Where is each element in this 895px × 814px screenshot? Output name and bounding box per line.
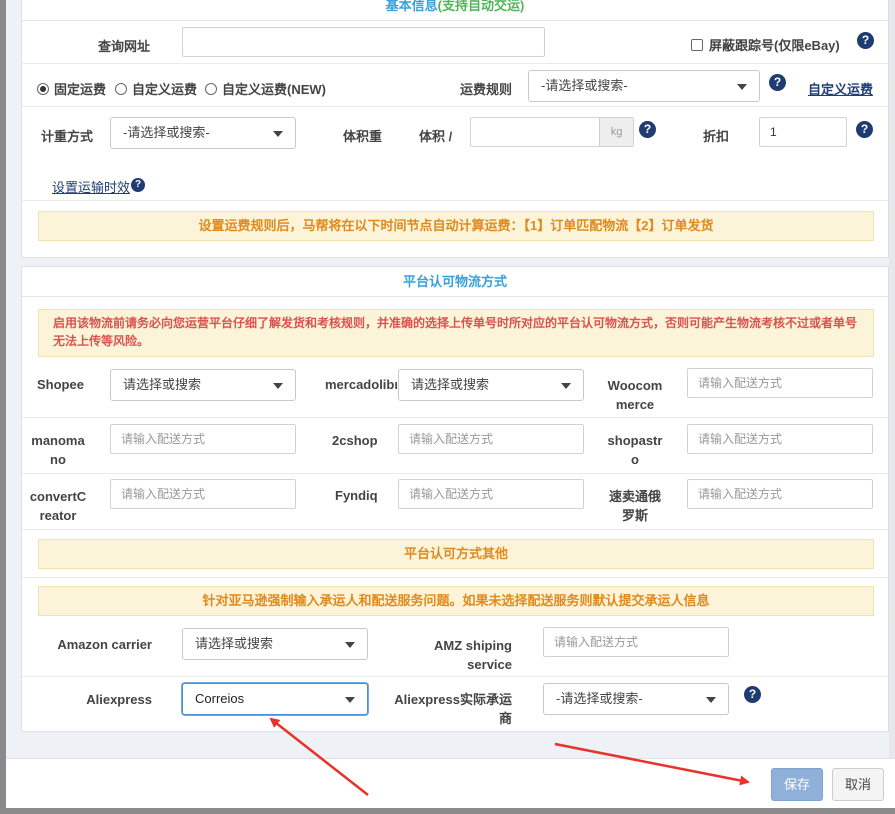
help-icon[interactable]: ? — [744, 686, 761, 703]
freight-rule-select[interactable]: -请选择或搜索- — [528, 70, 760, 102]
fyndiq-label: Fyndiq — [335, 488, 378, 503]
chevron-down-icon — [273, 383, 283, 389]
amazon-carrier-label: Amazon carrier — [57, 637, 152, 652]
save-button[interactable]: 保存 — [771, 768, 823, 801]
discount-input[interactable]: 1 — [759, 117, 847, 147]
radio-fixed-label: 固定运费 — [54, 82, 107, 97]
radio-unchecked-icon[interactable] — [115, 83, 127, 95]
weigh-method-value: -请选择或搜索- — [123, 125, 210, 140]
freight-rule-notice: 设置运费规则后，马帮将在以下时间节点自动计算运费：【1】订单匹配物流【2】订单发… — [38, 211, 874, 241]
transit-time-link[interactable]: 设置运输时效 — [52, 177, 130, 196]
weigh-method-select[interactable]: -请选择或搜索- — [110, 117, 296, 149]
query-url-row: 查询网址 屏蔽跟踪号(仅限eBay) ? — [22, 22, 888, 64]
amazon-row: Amazon carrier 请选择或搜索 AMZ shiping service… — [22, 623, 888, 677]
platform-other-notice: 平台认可方式其他 — [38, 539, 874, 569]
platform-row-2: manoma no 请输入配送方式 2cshop 请输入配送方式 shopastr… — [22, 419, 888, 474]
amz-shipping-service-input[interactable]: 请输入配送方式 — [543, 627, 729, 657]
volume-input[interactable]: kg — [470, 117, 634, 147]
volume-label: 体积 / — [419, 129, 453, 144]
hide-tracking-checkbox[interactable]: 屏蔽跟踪号(仅限eBay) — [691, 35, 840, 54]
woocommerce-input[interactable]: 请输入配送方式 — [687, 368, 873, 398]
shopastro-input[interactable]: 请输入配送方式 — [687, 424, 873, 454]
divider — [22, 577, 888, 578]
query-url-input[interactable] — [182, 27, 545, 57]
amazon-carrier-value: 请选择或搜索 — [195, 636, 274, 651]
basic-info-panel: 基本信息(支持自动交运) 查询网址 屏蔽跟踪号(仅限eBay) ? 固定运费 自… — [21, 0, 889, 258]
help-icon[interactable]: ? — [856, 121, 873, 138]
aliexpress-select[interactable]: Correios — [182, 683, 368, 715]
platform-warning: 启用该物流前请务必向您运营平台仔细了解发货和考核规则，并准确的选择上传单号时所对… — [38, 309, 874, 357]
fyndiq-input[interactable]: 请输入配送方式 — [398, 479, 584, 509]
volume-weight-label: 体积重 — [343, 129, 383, 144]
shopee-label: Shopee — [37, 377, 84, 392]
radio-fixed-freight[interactable]: 固定运费 — [37, 79, 106, 98]
platform-row-3: convertC reator 请输入配送方式 Fyndiq 请输入配送方式 速卖… — [22, 475, 888, 530]
chevron-down-icon — [273, 131, 283, 137]
freight-row: 固定运费 自定义运费 自定义运费(NEW) 运费规则 -请选择或搜索- ? 自定… — [22, 65, 888, 107]
help-icon[interactable]: ? — [639, 121, 656, 138]
mercadolibre-select[interactable]: 请选择或搜索 — [398, 369, 584, 401]
chevron-down-icon — [345, 642, 355, 648]
aliexpress-russia-input[interactable]: 请输入配送方式 — [687, 479, 873, 509]
logistics-settings-modal: 基本信息(支持自动交运) 查询网址 屏蔽跟踪号(仅限eBay) ? 固定运费 自… — [6, 0, 895, 808]
custom-freight-link[interactable]: 自定义运费 — [808, 79, 873, 98]
aliexpress-row: Aliexpress Correios Aliexpress实际承运商 -请选择… — [22, 678, 888, 732]
query-url-label: 查询网址 — [98, 39, 151, 54]
platform-logistics-panel: 平台认可物流方式 启用该物流前请务必向您运营平台仔细了解发货和考核规则，并准确的… — [21, 266, 889, 732]
chevron-down-icon — [737, 84, 747, 90]
basic-info-header: 基本信息(支持自动交运) — [22, 0, 888, 21]
basic-info-title: 基本信息 — [385, 0, 438, 13]
transit-row: 设置运输时效 ? — [22, 159, 888, 201]
amz-shipping-service-label: AMZ shiping service — [434, 638, 512, 672]
convertcreator-input[interactable]: 请输入配送方式 — [110, 479, 296, 509]
scrollbar[interactable] — [889, 0, 895, 758]
chevron-down-icon — [345, 697, 355, 703]
radio-custom-freight[interactable]: 自定义运费 — [115, 79, 197, 98]
freight-rule-label: 运费规则 — [460, 82, 513, 97]
platform-logistics-header: 平台认可物流方式 — [22, 267, 888, 297]
manomano-input[interactable]: 请输入配送方式 — [110, 424, 296, 454]
freight-rule-value: -请选择或搜索- — [541, 78, 628, 93]
amazon-carrier-select[interactable]: 请选择或搜索 — [182, 628, 368, 660]
aliexpress-russia-label: 速卖通俄 罗斯 — [608, 489, 661, 523]
cancel-button[interactable]: 取消 — [832, 768, 884, 801]
checkbox-icon[interactable] — [691, 39, 703, 51]
radio-unchecked-icon[interactable] — [205, 83, 217, 95]
chevron-down-icon — [561, 383, 571, 389]
mercadolibre-value: 请选择或搜索 — [411, 377, 490, 392]
modal-body[interactable]: 基本信息(支持自动交运) 查询网址 屏蔽跟踪号(仅限eBay) ? 固定运费 自… — [6, 0, 895, 758]
shopee-value: 请选择或搜索 — [123, 377, 202, 392]
aliexpress-carrier-select[interactable]: -请选择或搜索- — [543, 683, 729, 715]
platform-row-1: Shopee 请选择或搜索 mercadolibre 请选择或搜索 Woocom… — [22, 363, 888, 418]
aliexpress-carrier-value: -请选择或搜索- — [556, 691, 643, 706]
hide-tracking-label: 屏蔽跟踪号(仅限eBay) — [709, 38, 840, 53]
weigh-method-label: 计重方式 — [41, 129, 94, 144]
basic-info-subtitle: (支持自动交运) — [437, 0, 525, 13]
amazon-notice: 针对亚马逊强制输入承运人和配送服务问题。如果未选择配送服务则默认提交承运人信息 — [38, 586, 874, 616]
mercadolibre-label: mercadolibre — [325, 377, 397, 392]
2cshop-input[interactable]: 请输入配送方式 — [398, 424, 584, 454]
convertcreator-label: convertC reator — [29, 489, 87, 523]
help-icon[interactable]: ? — [131, 178, 145, 192]
radio-custom-new-label: 自定义运费(NEW) — [222, 82, 326, 97]
modal-footer: 保存 取消 — [6, 758, 895, 808]
aliexpress-carrier-label: Aliexpress实际承运商 — [394, 692, 512, 726]
discount-label: 折扣 — [703, 129, 730, 144]
radio-checked-icon[interactable] — [37, 83, 49, 95]
woocommerce-label: Woocom merce — [607, 378, 663, 412]
help-icon[interactable]: ? — [769, 74, 786, 91]
shopee-select[interactable]: 请选择或搜索 — [110, 369, 296, 401]
radio-custom-label: 自定义运费 — [132, 82, 198, 97]
chevron-down-icon — [706, 697, 716, 703]
aliexpress-value: Correios — [195, 691, 245, 706]
manomano-label: manoma no — [31, 433, 85, 467]
volume-unit: kg — [599, 118, 633, 146]
help-icon[interactable]: ? — [857, 32, 874, 49]
weight-row: 计重方式 -请选择或搜索- 体积重 体积 / kg ? 折扣 1 ? — [22, 108, 888, 158]
radio-custom-freight-new[interactable]: 自定义运费(NEW) — [205, 79, 326, 98]
aliexpress-label: Aliexpress — [86, 692, 152, 707]
2cshop-label: 2cshop — [332, 433, 378, 448]
shopastro-label: shopastr o — [607, 433, 663, 467]
